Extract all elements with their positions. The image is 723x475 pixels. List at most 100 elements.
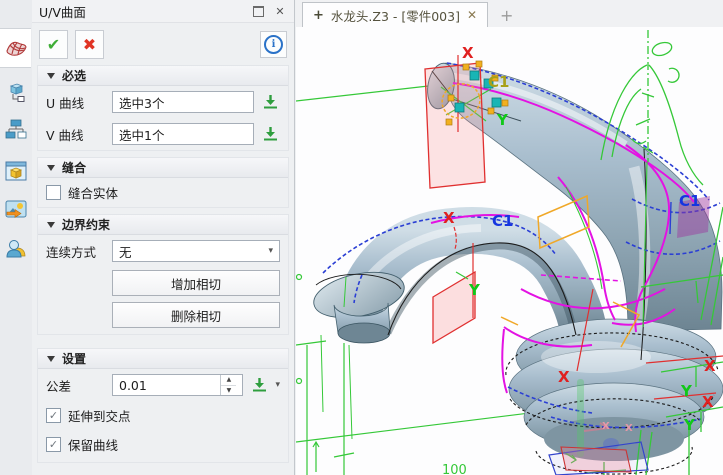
v-pick-arrow-icon[interactable]: [260, 124, 280, 144]
continuity-dropdown[interactable]: 无 ▾: [112, 240, 280, 262]
v-curves-row: V 曲线 选中1个: [38, 118, 288, 150]
keep-curves-row: ✓ 保留曲线: [38, 430, 288, 462]
cancel-button[interactable]: ✖: [75, 30, 104, 59]
curve-label: C1: [488, 73, 509, 91]
v-curves-input[interactable]: 选中1个: [112, 123, 254, 145]
tab-close-icon[interactable]: ✕: [467, 8, 477, 22]
keep-curves-label: 保留曲线: [68, 435, 118, 454]
info-button[interactable]: i: [260, 31, 287, 58]
section-sew-header[interactable]: 缝合: [38, 158, 288, 178]
add-tangent-button[interactable]: 增加相切: [112, 270, 280, 296]
sew-entity-checkbox[interactable]: [46, 185, 61, 200]
curve-label: C1: [679, 192, 700, 210]
cube-tree-icon: [5, 82, 27, 104]
axis-label: X: [443, 209, 455, 227]
info-icon: i: [264, 35, 283, 54]
section-sew: 缝合 缝合实体: [37, 157, 289, 208]
section-required-header[interactable]: 必选: [38, 66, 288, 86]
continuity-row: 连续方式 无 ▾: [38, 235, 288, 267]
section-required: 必选 U 曲线 选中3个 V 曲线 选中1个: [37, 65, 289, 151]
section-settings-title: 设置: [62, 350, 86, 367]
dimension-label: 100: [442, 463, 467, 475]
axis-label: Y: [496, 111, 509, 129]
tolerance-input[interactable]: 0.01 ▲ ▼: [112, 374, 243, 396]
section-boundary: 边界约束 连续方式 无 ▾ 增加相切 删除相切: [37, 214, 289, 335]
document-tab[interactable]: + 水龙头.Z3 - [零件003] ✕: [302, 2, 488, 27]
continuity-value: 无: [119, 242, 132, 261]
collapse-triangle-icon: [47, 222, 55, 228]
spin-down-icon[interactable]: ▼: [221, 386, 236, 396]
axis-label: X: [558, 368, 570, 386]
ok-button[interactable]: ✔: [39, 30, 68, 59]
axis-label-faint: X: [625, 423, 633, 434]
panel-close-icon[interactable]: ✕: [273, 4, 287, 18]
u-curves-row: U 曲线 选中3个: [38, 86, 288, 118]
spin-up-icon[interactable]: ▲: [221, 375, 236, 386]
section-settings: 设置 公差 0.01 ▲ ▼ ▾: [37, 348, 289, 463]
mesh-surface-icon: [4, 37, 28, 59]
axis-label: Y: [683, 416, 696, 434]
panel-titlebar[interactable]: U/V曲面 ✕: [32, 0, 294, 23]
solid-manager-icon[interactable]: [3, 80, 29, 106]
collapse-triangle-icon: [47, 165, 55, 171]
axis-label-faint: X: [602, 421, 610, 432]
tolerance-label: 公差: [46, 376, 106, 395]
cad-application-window: U/V曲面 ✕ ✔ ✖ i 必选 U 曲线 选中3个: [0, 0, 723, 475]
tolerance-value: 0.01: [119, 378, 147, 393]
remove-tangent-row: 删除相切: [38, 299, 288, 334]
view-manager-icon[interactable]: [3, 158, 29, 184]
section-required-title: 必选: [62, 67, 86, 84]
visual-manager-icon[interactable]: [3, 196, 29, 222]
section-settings-header[interactable]: 设置: [38, 349, 288, 369]
main-area: + 水龙头.Z3 - [零件003] ✕ +: [296, 0, 723, 475]
new-tab-button[interactable]: +: [488, 3, 525, 27]
datum-plane-red: [561, 447, 631, 472]
left-tool-strip: [0, 0, 33, 475]
window-cube-icon: [5, 160, 27, 182]
axis-label: Y: [680, 382, 693, 400]
add-tangent-row: 增加相切: [38, 267, 288, 299]
head-datum-plane: [425, 63, 485, 188]
continuity-label: 连续方式: [46, 242, 106, 261]
axis-label: X: [704, 357, 716, 375]
remove-tangent-button[interactable]: 删除相切: [112, 302, 280, 328]
v-curves-label: V 曲线: [46, 125, 106, 144]
keep-curves-checkbox[interactable]: ✓: [46, 437, 61, 452]
panel-restore-icon[interactable]: [251, 4, 265, 18]
curve-label: C1: [492, 212, 513, 230]
extend-label: 延伸到交点: [68, 406, 131, 425]
section-sew-title: 缝合: [62, 159, 86, 176]
document-tab-title: 水龙头.Z3 - [零件003]: [331, 6, 460, 25]
section-boundary-title: 边界约束: [62, 216, 110, 233]
extend-row: ✓ 延伸到交点: [38, 401, 288, 430]
sew-entity-row: 缝合实体: [38, 178, 288, 207]
u-curves-input[interactable]: 选中3个: [112, 91, 254, 113]
sew-entity-label: 缝合实体: [68, 183, 118, 202]
document-tabbar: + 水龙头.Z3 - [零件003] ✕ +: [296, 0, 723, 28]
person-icon: [5, 238, 27, 260]
command-row: ✔ ✖ i: [39, 29, 287, 59]
u-curves-label: U 曲线: [46, 93, 106, 112]
image-sun-icon: [5, 198, 27, 220]
axis-label: X: [462, 44, 474, 62]
uv-surface-tool-icon[interactable]: [0, 28, 31, 68]
axis-label: X: [702, 393, 714, 411]
collapse-triangle-icon: [47, 73, 55, 79]
tolerance-pick-arrow-icon[interactable]: [249, 375, 269, 395]
extend-checkbox[interactable]: ✓: [46, 408, 61, 423]
panel-title: U/V曲面: [39, 2, 86, 21]
chevron-down-icon: ▾: [268, 246, 273, 256]
user-manager-icon[interactable]: [3, 236, 29, 262]
u-pick-arrow-icon[interactable]: [260, 92, 280, 112]
uv-surface-options-panel: U/V曲面 ✕ ✔ ✖ i 必选 U 曲线 选中3个: [32, 0, 295, 475]
3d-viewport[interactable]: X C1 Y X C1 Y C1 X X Y X Y 100 X X: [296, 27, 723, 475]
section-boundary-header[interactable]: 边界约束: [38, 215, 288, 235]
chevron-down-icon[interactable]: ▾: [275, 380, 280, 390]
tolerance-spinner[interactable]: ▲ ▼: [220, 375, 236, 395]
collapse-triangle-icon: [47, 356, 55, 362]
document-modified-icon: +: [313, 8, 324, 23]
axis-label: Y: [468, 281, 481, 299]
flowchart-icon: [5, 118, 27, 140]
hierarchy-manager-icon[interactable]: [3, 116, 29, 142]
faucet-scene: X C1 Y X C1 Y C1 X X Y X Y 100 X X: [296, 27, 723, 475]
